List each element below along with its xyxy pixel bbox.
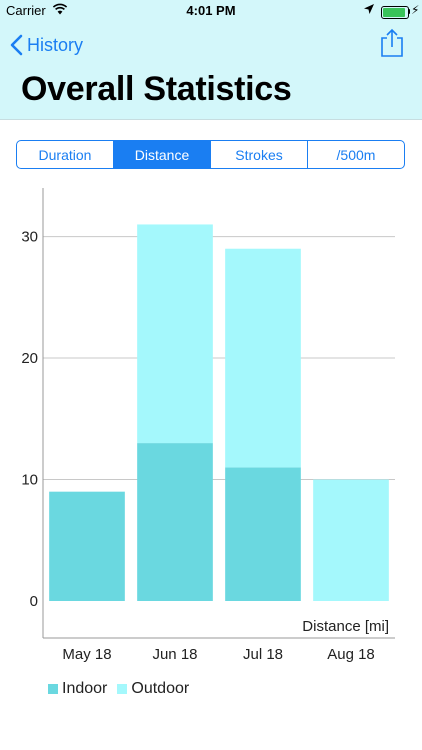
metric-segmented-control: Duration Distance Strokes /500m bbox=[16, 140, 405, 169]
battery-nub bbox=[408, 9, 410, 14]
legend-item-outdoor: Outdoor bbox=[117, 680, 189, 698]
battery-icon bbox=[381, 6, 409, 19]
bar-indoor-1 bbox=[137, 443, 213, 601]
location-arrow-icon bbox=[363, 3, 375, 18]
y-tick-label-20: 20 bbox=[21, 350, 38, 367]
bar-outdoor-3 bbox=[313, 479, 389, 601]
bar-outdoor-1 bbox=[137, 224, 213, 444]
status-bar: Carrier 4:01 PM ⚡ bbox=[0, 0, 422, 22]
page-title: Overall Statistics bbox=[21, 70, 292, 108]
x-tick-label-3: Aug 18 bbox=[327, 646, 375, 663]
distance-bar-chart: 0 10 20 30 May 18 Jun 18 Jul 18 Aug 18 Distance … bbox=[21, 188, 395, 663]
y-tick-label-0: 0 bbox=[30, 593, 38, 610]
legend-swatch-indoor bbox=[48, 684, 58, 694]
x-tick-label-0: May 18 bbox=[62, 646, 111, 663]
x-tick-label-1: Jun 18 bbox=[152, 646, 197, 663]
legend-label-indoor: Indoor bbox=[62, 680, 108, 697]
bar-indoor-0 bbox=[49, 491, 125, 601]
charging-bolt-icon: ⚡ bbox=[411, 3, 420, 17]
bar-indoor-2 bbox=[225, 467, 301, 601]
y-tick-label-30: 30 bbox=[21, 229, 38, 246]
back-button[interactable]: History bbox=[10, 30, 83, 60]
legend-label-outdoor: Outdoor bbox=[131, 680, 190, 697]
clock-label: 4:01 PM bbox=[186, 3, 236, 18]
y-tick-label-10: 10 bbox=[21, 472, 38, 489]
legend-item-indoor: Indoor bbox=[48, 680, 107, 698]
back-button-label: History bbox=[27, 34, 84, 55]
share-icon bbox=[381, 28, 403, 57]
x-tick-label-2: Jul 18 bbox=[243, 646, 283, 663]
bar-outdoor-2 bbox=[225, 248, 301, 468]
segment-pace[interactable]: /500m bbox=[307, 141, 404, 168]
chevron-left-icon bbox=[10, 34, 23, 56]
segment-distance[interactable]: Distance bbox=[113, 141, 210, 168]
segment-strokes[interactable]: Strokes bbox=[210, 141, 307, 168]
share-button[interactable] bbox=[378, 28, 406, 58]
legend-swatch-outdoor bbox=[117, 684, 128, 694]
chart-legend: Indoor Outdoor bbox=[48, 680, 199, 698]
axis-unit-label: Distance [mi] bbox=[302, 618, 389, 635]
segment-duration[interactable]: Duration bbox=[17, 141, 113, 168]
navigation-header: Carrier 4:01 PM ⚡ History Overall Statis… bbox=[0, 0, 422, 120]
